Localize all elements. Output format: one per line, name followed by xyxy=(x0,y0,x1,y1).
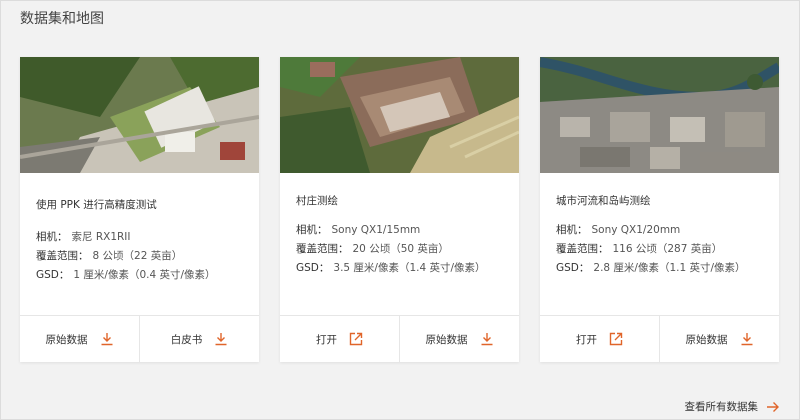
section-title: 数据集和地图 xyxy=(20,11,104,27)
spec-coverage: 覆盖范围： 116 公顷（287 英亩） xyxy=(556,241,722,256)
card-title: 村庄测绘 xyxy=(296,195,338,207)
spec-value: 3.5 厘米/像素（1.4 英寸/像素） xyxy=(333,262,486,274)
spec-key: 覆盖范围： xyxy=(296,243,349,255)
card-actions: 原始数据 白皮书 xyxy=(20,315,259,362)
spec-key: 相机： xyxy=(556,224,588,236)
view-all-datasets-link[interactable]: 查看所有数据集 xyxy=(685,399,781,414)
whitepaper-download-button[interactable]: 白皮书 xyxy=(139,316,259,362)
card-title: 城市河流和岛屿测绘 xyxy=(556,195,651,207)
spec-key: GSD： xyxy=(296,262,330,274)
spec-coverage: 覆盖范围： 20 公顷（50 英亩） xyxy=(296,241,449,256)
open-map-button[interactable]: 打开 xyxy=(280,316,399,362)
aerial-thumbnail[interactable] xyxy=(540,57,779,173)
spec-value: Sony QX1/20mm xyxy=(591,224,681,236)
spec-value: 2.8 厘米/像素（1.1 英寸/像素） xyxy=(593,262,746,274)
action-label: 打开 xyxy=(576,333,597,346)
spec-value: 8 公顷（22 英亩） xyxy=(92,250,183,262)
spec-camera: 相机： Sony QX1/20mm xyxy=(556,222,680,237)
aerial-thumbnail[interactable] xyxy=(20,57,259,173)
raw-data-download-button[interactable]: 原始数据 xyxy=(20,316,139,362)
download-icon xyxy=(740,332,754,346)
dataset-card-ppk: 使用 PPK 进行高精度测试 相机： 索尼 RX1RII 覆盖范围： 8 公顷（22… xyxy=(20,57,259,362)
dataset-card-city-river: 城市河流和岛屿测绘 相机： Sony QX1/20mm 覆盖范围： 116 公顷（2… xyxy=(540,57,779,362)
view-all-label: 查看所有数据集 xyxy=(684,401,759,413)
spec-gsd: GSD： 3.5 厘米/像素（1.4 英寸/像素） xyxy=(296,260,486,275)
external-link-icon xyxy=(609,332,623,346)
spec-camera: 相机： Sony QX1/15mm xyxy=(296,222,420,237)
external-link-icon xyxy=(349,332,363,346)
spec-value: 索尼 RX1RII xyxy=(71,231,131,243)
action-label: 原始数据 xyxy=(685,333,728,346)
aerial-thumbnail[interactable] xyxy=(280,57,519,173)
action-label: 白皮书 xyxy=(170,333,203,346)
spec-value: Sony QX1/15mm xyxy=(331,224,421,236)
raw-data-download-button[interactable]: 原始数据 xyxy=(399,316,519,362)
spec-key: GSD： xyxy=(556,262,590,274)
dataset-card-village: 村庄测绘 相机： Sony QX1/15mm 覆盖范围： 20 公顷（50 英亩） … xyxy=(280,57,519,362)
action-label: 打开 xyxy=(316,333,337,346)
spec-value: 1 厘米/像素（0.4 英寸/像素） xyxy=(73,269,216,281)
spec-coverage: 覆盖范围： 8 公顷（22 英亩） xyxy=(36,248,182,263)
card-actions: 打开 原始数据 xyxy=(280,315,519,362)
action-label: 原始数据 xyxy=(45,333,88,346)
spec-key: 覆盖范围： xyxy=(36,250,89,262)
spec-key: 覆盖范围： xyxy=(556,243,609,255)
action-label: 原始数据 xyxy=(425,333,468,346)
download-icon xyxy=(214,332,228,346)
card-actions: 打开 原始数据 xyxy=(540,315,779,362)
spec-key: 相机： xyxy=(296,224,328,236)
card-title: 使用 PPK 进行高精度测试 xyxy=(36,199,157,211)
spec-gsd: GSD： 2.8 厘米/像素（1.1 英寸/像素） xyxy=(556,260,746,275)
download-icon xyxy=(480,332,494,346)
spec-gsd: GSD： 1 厘米/像素（0.4 英寸/像素） xyxy=(36,267,216,282)
open-map-button[interactable]: 打开 xyxy=(540,316,659,362)
spec-key: GSD： xyxy=(36,269,70,281)
arrow-right-icon xyxy=(766,401,780,413)
spec-camera: 相机： 索尼 RX1RII xyxy=(36,229,131,244)
spec-value: 116 公顷（287 英亩） xyxy=(612,243,723,255)
raw-data-download-button[interactable]: 原始数据 xyxy=(659,316,779,362)
spec-key: 相机： xyxy=(36,231,68,243)
download-icon xyxy=(100,332,114,346)
spec-value: 20 公顷（50 英亩） xyxy=(352,243,449,255)
